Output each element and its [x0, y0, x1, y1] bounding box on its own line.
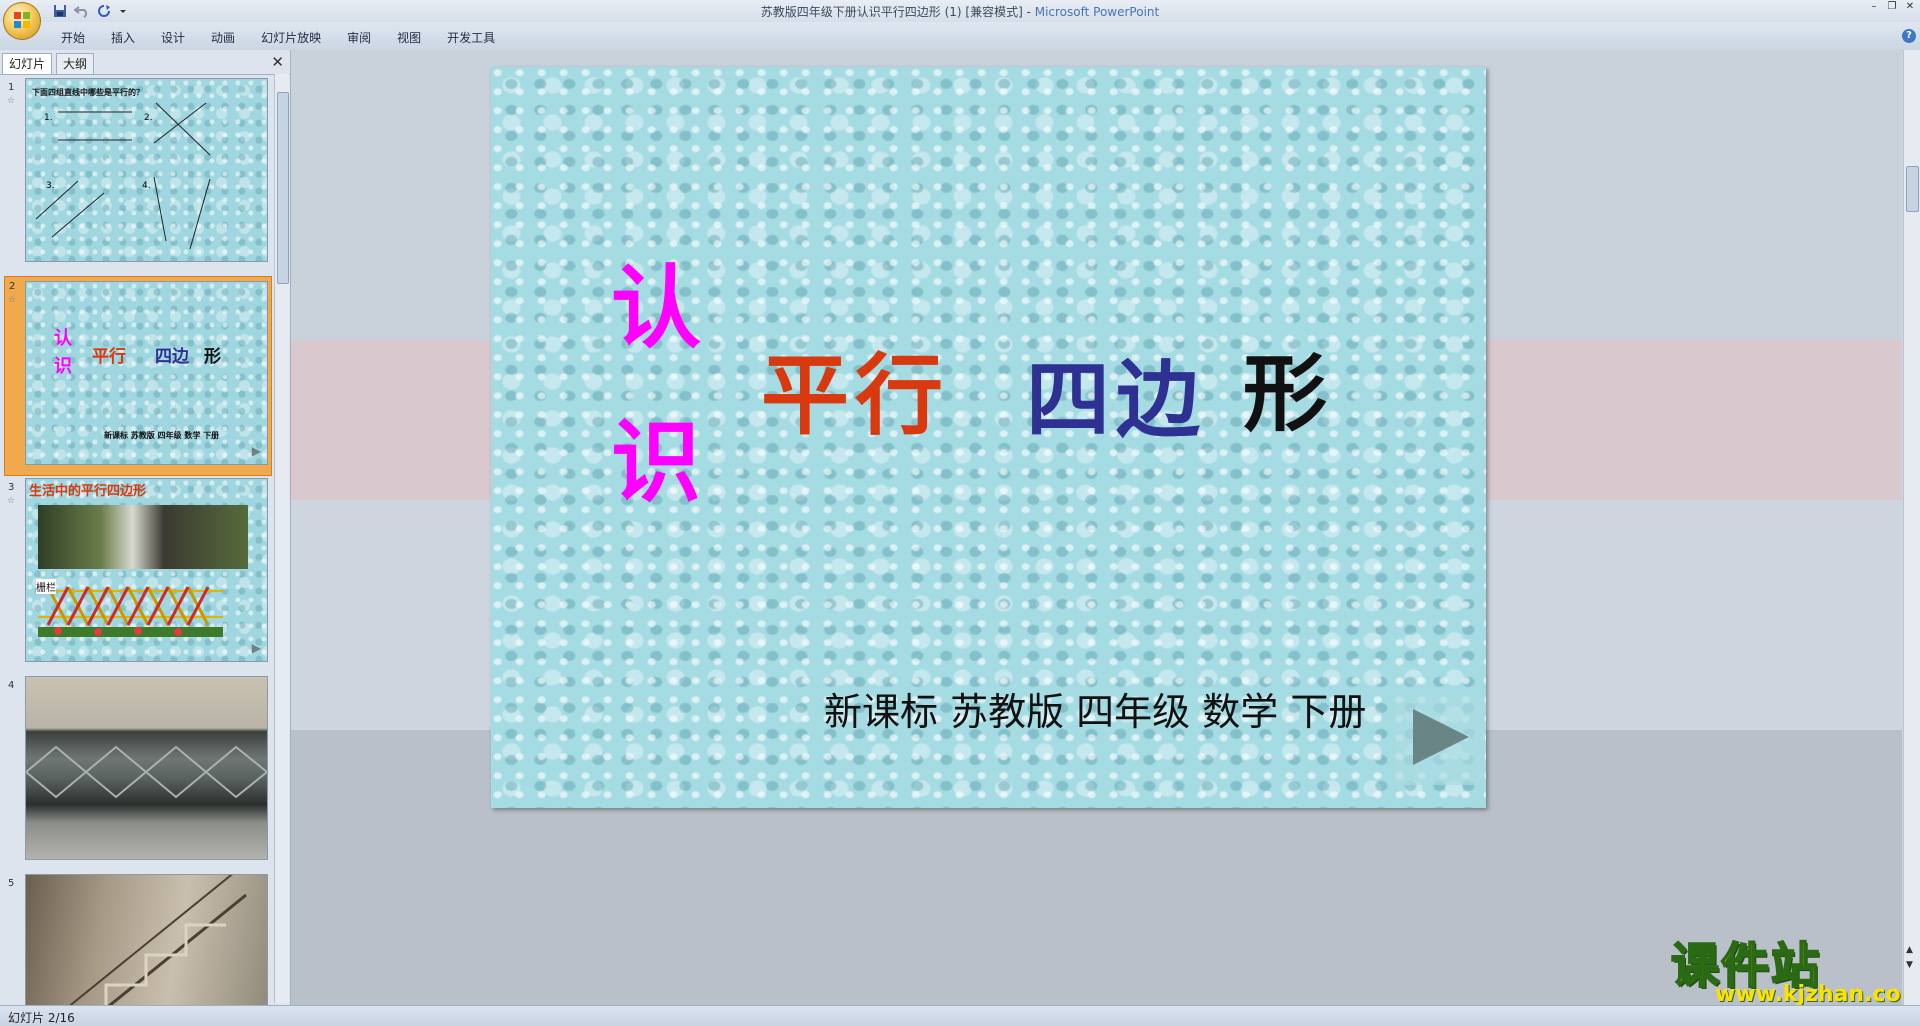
thumbnail-image: 下面四组直线中哪些是平行的？ 1. 2. 3. 4.: [25, 78, 268, 262]
minimize-icon[interactable]: –: [1866, 1, 1882, 15]
thumbnail-image: [25, 676, 268, 860]
window-title: 苏教版四年级下册认识平行四边形 (1) [兼容模式] - Microsoft P…: [0, 3, 1920, 20]
status-bar: 幻灯片 2/16: [0, 1005, 1920, 1026]
tab-review[interactable]: 审阅: [334, 27, 384, 48]
ribbon-tab-bar: 开始 插入 设计 动画 幻灯片放映 审阅 视图 开发工具 ?: [0, 22, 1920, 51]
thumb-shi: 识: [54, 356, 72, 377]
animation-star-icon: ☆: [8, 295, 17, 305]
tab-insert[interactable]: 插入: [98, 27, 148, 48]
slide-text-xing[interactable]: 形: [1243, 327, 1327, 448]
thumbnail-image: [25, 874, 268, 1005]
play-icon: ▶: [251, 641, 261, 655]
scrollbar-thumb[interactable]: [1906, 166, 1919, 212]
slide-scrollbar[interactable]: ▲ ▼: [1903, 50, 1920, 1005]
current-slide[interactable]: 认 识 平行 四边 形 新课标 苏教版 四年级 数学 下册: [491, 67, 1486, 808]
tab-home[interactable]: 开始: [48, 27, 98, 48]
slide-counter: 幻灯片 2/16: [8, 1011, 75, 1025]
slide-thumbnail-1[interactable]: 1 ☆ 下面四组直线中哪些是平行的？ 1. 2. 3. 4.: [4, 78, 268, 268]
fence-label: 栅栏: [36, 579, 56, 594]
thumbnail-image: 生活中的平行四边形 栅栏 ▶: [25, 478, 268, 662]
slide-number: 2: [9, 281, 16, 292]
tab-slides[interactable]: 幻灯片: [2, 53, 53, 74]
play-icon: [1413, 709, 1469, 765]
thumb-sibian: 四边: [155, 347, 189, 367]
slide-thumbnail-2[interactable]: 2 ☆ 认 识 平行 四边 形 新课标 苏教版 四年级 数学 下册 ▶: [4, 276, 272, 476]
thumb-xing: 形: [204, 347, 221, 367]
slide-number: 1: [8, 82, 15, 93]
slide-editor: 认 识 平行 四边 形 新课标 苏教版 四年级 数学 下册 课件站 www.kj…: [291, 50, 1920, 1007]
slide-number: 3: [8, 482, 15, 493]
slide-char-ren[interactable]: 认: [611, 235, 701, 365]
slide-number: 5: [8, 878, 15, 889]
office-button[interactable]: [3, 2, 41, 40]
tab-outline[interactable]: 大纲: [56, 53, 95, 74]
restore-icon[interactable]: ❐: [1884, 1, 1900, 15]
animation-star-icon: ☆: [7, 96, 16, 106]
window-controls: – ❐ ✕: [1866, 1, 1918, 15]
fence-figure: [38, 586, 223, 637]
slide-number: 4: [8, 680, 15, 691]
pane-tabs: 幻灯片 大纲 ✕: [0, 50, 290, 75]
thumbnail-title: 生活中的平行四边形: [29, 484, 147, 499]
thumb-ren: 认: [54, 328, 72, 349]
thumb-pingxing: 平行: [92, 347, 126, 367]
document-title: 苏教版四年级下册认识平行四边形 (1) [兼容模式] -: [760, 5, 1035, 19]
slide-thumbnail-3[interactable]: 3 ☆ 生活中的平行四边形 栅栏 ▶: [4, 478, 268, 668]
tab-slide-show[interactable]: 幻灯片放映: [248, 27, 334, 48]
tab-design[interactable]: 设计: [148, 27, 198, 48]
watermark-url: www.kjzhan.com: [1715, 982, 1920, 1007]
close-pane-icon[interactable]: ✕: [271, 53, 284, 71]
slide-char-shi[interactable]: 识: [611, 389, 701, 519]
slide-thumbnail-4[interactable]: 4: [4, 676, 268, 866]
office-logo-icon: [14, 12, 30, 28]
scroll-prev-slide-icon[interactable]: ▲: [1906, 945, 1913, 955]
thumb-footer: 新课标 苏教版 四年级 数学 下册: [104, 431, 220, 440]
slide-footer-text[interactable]: 新课标 苏教版 四年级 数学 下册: [824, 681, 1366, 736]
slide-text-pingxing[interactable]: 平行: [761, 325, 949, 452]
staircase-photo: [69, 875, 247, 1005]
railing-photo: [26, 745, 267, 799]
tab-view[interactable]: 视图: [384, 27, 434, 48]
slides-pane: 幻灯片 大纲 ✕ 1 ☆ 下面四组直线中哪些是平行的？ 1. 2. 3. 4.: [0, 50, 291, 1005]
help-icon[interactable]: ?: [1902, 29, 1916, 43]
thumbnail-scrollbar[interactable]: [274, 74, 289, 1003]
ribbon-tabs: 开始 插入 设计 动画 幻灯片放映 审阅 视图 开发工具: [48, 27, 508, 48]
animation-star-icon: ☆: [7, 496, 16, 506]
watermark-logo: 课件站 www.kjzhan.com: [1670, 926, 1920, 1016]
thumbnail-image: 认 识 平行 四边 形 新课标 苏教版 四年级 数学 下册 ▶: [25, 281, 268, 465]
scroll-next-slide-icon[interactable]: ▼: [1906, 960, 1913, 970]
tab-developer[interactable]: 开发工具: [434, 27, 508, 48]
panda-photo: [38, 505, 248, 569]
app-name: Microsoft PowerPoint: [1034, 5, 1160, 19]
next-slide-button[interactable]: [1395, 695, 1485, 785]
title-bar: 苏教版四年级下册认识平行四边形 (1) [兼容模式] - Microsoft P…: [0, 0, 1920, 22]
parallel-lines-figure: [35, 102, 211, 250]
scrollbar-thumb[interactable]: [277, 92, 289, 284]
close-icon[interactable]: ✕: [1902, 1, 1918, 15]
slide-thumbnail-5[interactable]: 5: [4, 874, 268, 1005]
tab-animations[interactable]: 动画: [198, 27, 248, 48]
play-icon: ▶: [251, 444, 261, 458]
fence-photo: 栅栏: [36, 579, 223, 637]
slide-text-sibian[interactable]: 四边: [1026, 333, 1206, 454]
slide-thumbnail-list: 1 ☆ 下面四组直线中哪些是平行的？ 1. 2. 3. 4. 2 ☆ 认 识 平…: [0, 76, 272, 1005]
